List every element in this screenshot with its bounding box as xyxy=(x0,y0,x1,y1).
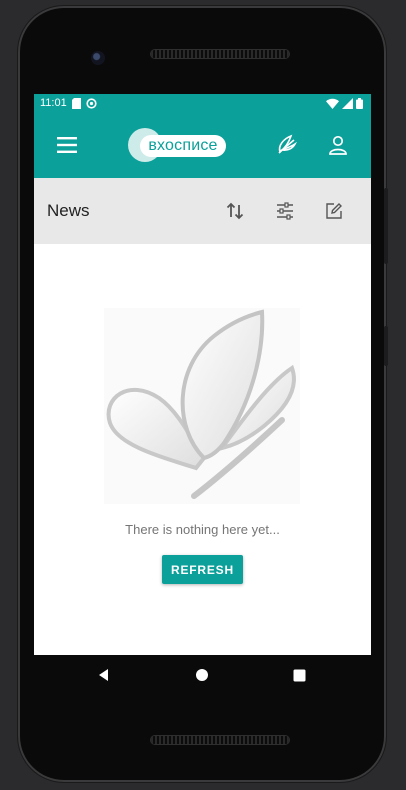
wifi-icon xyxy=(326,98,339,109)
system-nav-bar xyxy=(34,655,371,695)
filter-button[interactable] xyxy=(270,196,300,226)
edit-icon xyxy=(326,203,342,219)
status-time: 11:01 xyxy=(40,97,67,109)
empty-state-message: There is nothing here yet... xyxy=(125,522,280,537)
sd-card-icon xyxy=(71,97,81,109)
butterfly-button[interactable] xyxy=(262,112,310,178)
top-speaker xyxy=(151,50,289,58)
bottom-speaker xyxy=(151,736,289,744)
app-bar: вхосписе xyxy=(34,112,371,178)
menu-button[interactable] xyxy=(43,112,91,178)
sync-icon xyxy=(86,97,97,109)
front-camera xyxy=(91,51,105,65)
brand-text: вхосписе xyxy=(148,137,218,154)
volume-button xyxy=(384,188,388,264)
back-button[interactable] xyxy=(89,661,119,689)
back-icon xyxy=(99,669,108,681)
refresh-button[interactable]: REFRESH xyxy=(162,555,243,584)
profile-icon xyxy=(329,135,347,155)
status-bar: 11:01 xyxy=(34,94,371,112)
signal-icon xyxy=(342,97,353,109)
profile-button[interactable] xyxy=(314,112,362,178)
battery-icon xyxy=(356,97,363,109)
butterfly-illustration xyxy=(104,308,300,504)
sort-button[interactable] xyxy=(220,196,250,226)
page-title: News xyxy=(47,201,90,220)
power-button xyxy=(384,326,388,366)
screen: 11:01 вхосписе News There is nothing her… xyxy=(34,94,371,655)
home-icon xyxy=(196,669,208,681)
butterfly-icon xyxy=(278,134,297,154)
edit-button[interactable] xyxy=(319,196,349,226)
sort-icon xyxy=(226,202,244,220)
home-button[interactable] xyxy=(187,661,217,689)
recents-icon xyxy=(293,669,305,681)
menu-icon xyxy=(57,137,77,153)
news-content: There is nothing here yet... REFRESH xyxy=(34,244,371,655)
brand-logo: вхосписе xyxy=(128,128,226,162)
recents-button[interactable] xyxy=(284,661,314,689)
section-toolbar: News xyxy=(34,178,371,244)
filter-icon xyxy=(277,202,293,220)
